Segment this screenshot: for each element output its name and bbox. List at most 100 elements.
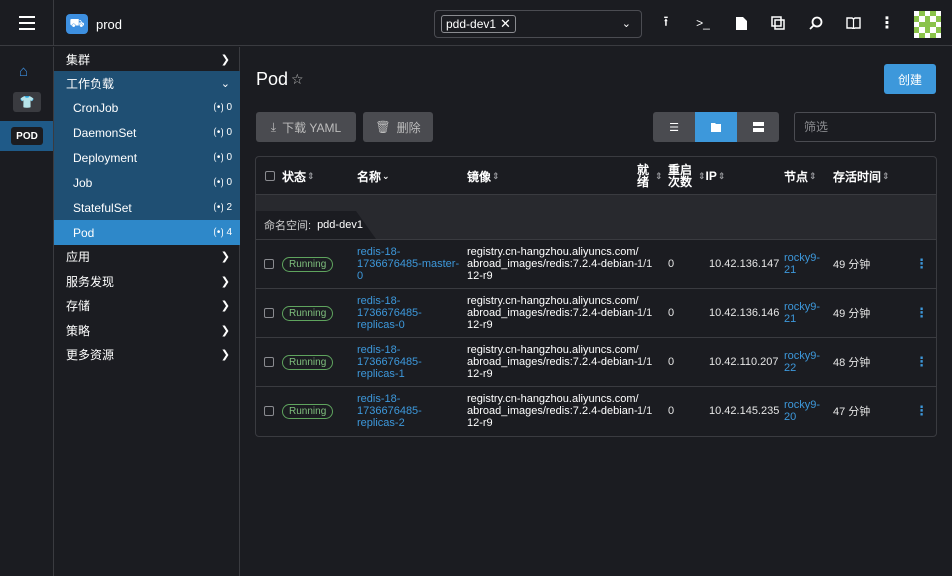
close-icon[interactable]: ✕ [500, 16, 511, 32]
pod-age: 47 分钟 [833, 406, 871, 418]
column-restarts-label: 次数 [668, 175, 693, 189]
menu-item-more-resources[interactable]: 更多资源 ❯ [54, 342, 240, 366]
namespace-select[interactable]: pdd-dev1 ✕ ⌄ [434, 10, 642, 38]
download-yaml-button[interactable]: ⤓ 下载 YAML [256, 112, 356, 142]
pod-ready: 1/1 [637, 405, 653, 417]
column-ready[interactable]: 就 绪 [637, 157, 649, 195]
menu-item-service-discovery[interactable]: 服务发现 ❯ [54, 269, 240, 293]
menu-item-label: 应用 [66, 249, 91, 264]
rail-item-pod[interactable]: POD [0, 121, 53, 151]
node-link[interactable]: rocky9- 20 [784, 387, 820, 435]
menu-item-label: Pod [73, 225, 95, 240]
node-link[interactable]: rocky9- 21 [784, 289, 820, 337]
chevron-right-icon: ❯ [220, 324, 230, 337]
select-all-checkbox[interactable] [265, 157, 275, 195]
sort-icon: ⇕ [698, 170, 706, 181]
row-actions-icon[interactable]: ⋮ [915, 289, 928, 337]
column-restarts[interactable]: 重启 次数 [668, 157, 692, 195]
pod-restarts: 0 [668, 307, 675, 319]
pod-restarts: 0 [668, 258, 675, 270]
column-status[interactable]: 状态 ⇕ [282, 157, 315, 195]
column-node[interactable]: 节点 ⇕ [784, 157, 817, 195]
sort-icon[interactable]: ⇕ [654, 157, 663, 195]
grouped-view-icon[interactable] [737, 112, 779, 142]
pod-ip: 10.42.136.147 [709, 258, 780, 270]
menu-item-label: 更多资源 [66, 347, 115, 362]
column-age[interactable]: 存活时间 ⇕ [833, 157, 890, 195]
star-icon[interactable]: ☆ [291, 71, 304, 88]
column-name[interactable]: 名称 ⌄ [357, 157, 390, 195]
node-link[interactable]: rocky9- 22 [784, 338, 820, 386]
menu-item-job[interactable]: Job ⟮•⟯ 0 [54, 170, 240, 195]
pod-age: 49 分钟 [833, 308, 871, 320]
chevron-right-icon: ❯ [220, 275, 230, 288]
pod-table: 状态 ⇕ 名称 ⌄ 镜像 ⇕ 就 绪 ⇕ 重启 次数 ⇕ IP ⇕ 节点 ⇕ 存… [255, 156, 937, 437]
delete-button[interactable]: 🗑 删除 [363, 112, 433, 142]
row-actions-icon[interactable]: ⋮ [915, 387, 928, 435]
chevron-down-icon: ⌄ [220, 77, 230, 90]
create-button[interactable]: 创建 [884, 64, 936, 94]
pod-ip: 10.42.145.235 [709, 405, 780, 417]
pod-name-link[interactable]: redis-18- 1736676485- replicas-2 [357, 387, 422, 435]
cluster-name[interactable]: prod [96, 17, 122, 32]
menu-item-pod[interactable]: Pod ⟮•⟯ 4 [54, 220, 240, 245]
menu-item-daemonset[interactable]: DaemonSet ⟮•⟯ 0 [54, 120, 240, 145]
column-status-label: 状态 [282, 169, 307, 184]
pod-ready: 1/1 [637, 258, 653, 270]
menu-item-statefulset[interactable]: StatefulSet ⟮•⟯ 2 [54, 195, 240, 220]
pod-name-link[interactable]: redis-18- 1736676485- replicas-0 [357, 289, 422, 337]
topbar-divider [53, 0, 54, 46]
terminal-icon[interactable]: >_ [693, 13, 713, 33]
download-icon: ⤓ [270, 119, 277, 134]
menu-item-workloads[interactable]: 工作负载 ⌄ [54, 71, 240, 95]
cluster-logo-icon[interactable]: ⛟ [66, 14, 88, 34]
chevron-right-icon: ❯ [220, 348, 230, 361]
pod-image: registry.cn-hangzhou.aliyuncs.com/abroad… [467, 344, 639, 380]
row-checkbox[interactable] [264, 289, 274, 337]
upload-icon[interactable]: ⭱ [656, 13, 676, 33]
status-badge: Running [282, 354, 334, 370]
pod-ip: 10.42.110.207 [709, 356, 779, 368]
menu-item-label: 服务发现 [66, 274, 115, 289]
row-actions-icon[interactable]: ⋮ [915, 338, 928, 386]
left-rail: ⌂ 👕 POD [0, 47, 54, 576]
workload-icon[interactable]: 👕 [13, 92, 41, 112]
menu-item-storage[interactable]: 存储 ❯ [54, 293, 240, 317]
menu-item-apps[interactable]: 应用 ❯ [54, 244, 240, 268]
menu-item-label: 策略 [66, 323, 91, 338]
search-icon[interactable] [806, 13, 826, 33]
filter-input[interactable] [794, 112, 936, 142]
namespace-group-label: 命名空间: [264, 220, 312, 232]
home-icon[interactable]: ⌂ [19, 63, 28, 80]
pod-name-link[interactable]: redis-18- 1736676485-master- 0 [357, 240, 459, 288]
column-image[interactable]: 镜像 ⇕ [467, 157, 500, 195]
column-age-label: 存活时间 [833, 169, 882, 184]
menu-item-count: ⟮•⟯ 4 [213, 227, 232, 238]
namespace-chip[interactable]: pdd-dev1 ✕ [441, 15, 516, 33]
column-ip[interactable]: ⇕ IP ⇕ [697, 157, 725, 195]
pod-name-link[interactable]: redis-18- 1736676485- replicas-1 [357, 338, 422, 386]
book-icon[interactable] [843, 13, 863, 33]
more-vert-icon[interactable]: ⋮ [877, 13, 897, 33]
menu-item-cluster[interactable]: 集群 ❯ [54, 47, 240, 71]
copy-icon[interactable] [768, 13, 788, 33]
row-actions-icon[interactable]: ⋮ [915, 240, 928, 288]
row-checkbox[interactable] [264, 240, 274, 288]
menu-item-policy[interactable]: 策略 ❯ [54, 318, 240, 342]
node-link[interactable]: rocky9- 21 [784, 240, 820, 288]
avatar[interactable] [914, 11, 941, 38]
folder-view-icon[interactable] [695, 112, 737, 142]
side-menu: 集群 ❯ 工作负载 ⌄ CronJob ⟮•⟯ 0 DaemonSet ⟮•⟯ … [54, 47, 240, 576]
pod-age: 49 分钟 [833, 259, 871, 271]
row-checkbox[interactable] [264, 338, 274, 386]
menu-toggle-button[interactable] [0, 0, 54, 46]
list-view-icon[interactable]: ☰ [653, 112, 695, 142]
menu-item-cronjob[interactable]: CronJob ⟮•⟯ 0 [54, 95, 240, 120]
menu-item-deployment[interactable]: Deployment ⟮•⟯ 0 [54, 145, 240, 170]
row-checkbox[interactable] [264, 387, 274, 435]
chevron-down-icon[interactable]: ⌄ [622, 17, 631, 30]
menu-item-label: Deployment [73, 150, 138, 165]
column-node-label: 节点 [784, 169, 809, 184]
namespace-group-tab: 命名空间: pdd-dev1 [256, 211, 376, 239]
file-icon[interactable] [731, 13, 751, 33]
